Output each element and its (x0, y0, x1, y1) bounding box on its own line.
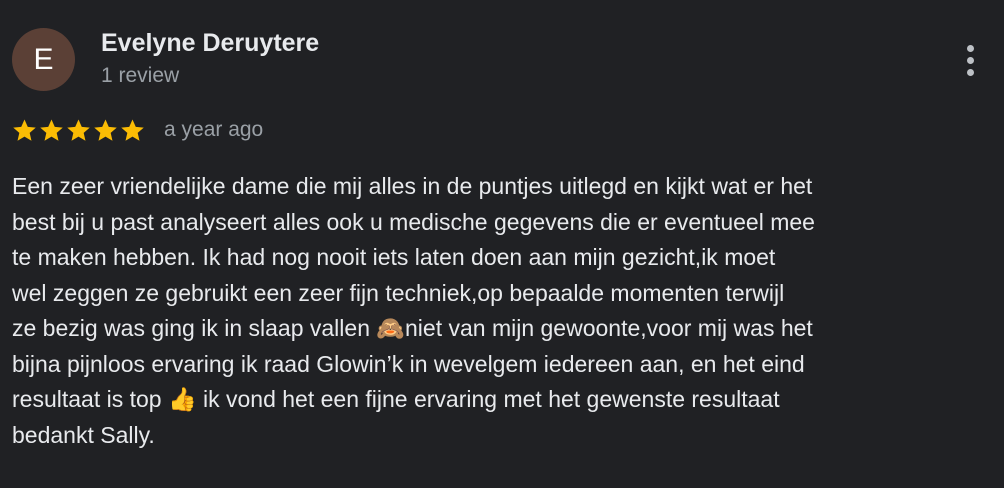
star-icon (67, 118, 90, 141)
reviewer-name[interactable]: Evelyne Deruytere (101, 29, 319, 58)
review-text-line: te maken hebben. Ik had nog nooit iets l… (12, 244, 776, 270)
star-rating (11, 115, 146, 145)
review-date: a year ago (164, 118, 264, 141)
review-text-line: best bij u past analyseert alles ook u m… (12, 208, 815, 235)
review-card: E Evelyne Deruytere 1 review a year ago … (0, 0, 1004, 488)
star-icon (121, 118, 144, 141)
star-icon (13, 118, 36, 141)
review-text-line: resultaat is top 👍 ik vond het een fijne… (12, 386, 780, 412)
avatar-letter: E (33, 42, 54, 76)
review-text-line: wel zeggen ze gebruikt een zeer fijn tec… (12, 279, 785, 306)
review-text-line: bijna pijnloos ervaring ik raad Glowin’k… (12, 350, 805, 377)
more-vert-icon (966, 42, 974, 78)
star-icon (94, 118, 117, 141)
more-options-button[interactable] (952, 38, 988, 82)
review-text-line: bedankt Sally. (12, 421, 155, 448)
review-text-line: Een zeer vriendelijke dame die mij alles… (12, 173, 813, 199)
star-icon (40, 118, 63, 141)
avatar[interactable]: E (12, 28, 75, 91)
review-text: Een zeer vriendelijke dame die mij alles… (12, 169, 997, 453)
review-text-line: ze bezig was ging ik in slaap vallen 🙈ni… (12, 315, 813, 341)
reviewer-review-count[interactable]: 1 review (101, 64, 179, 88)
